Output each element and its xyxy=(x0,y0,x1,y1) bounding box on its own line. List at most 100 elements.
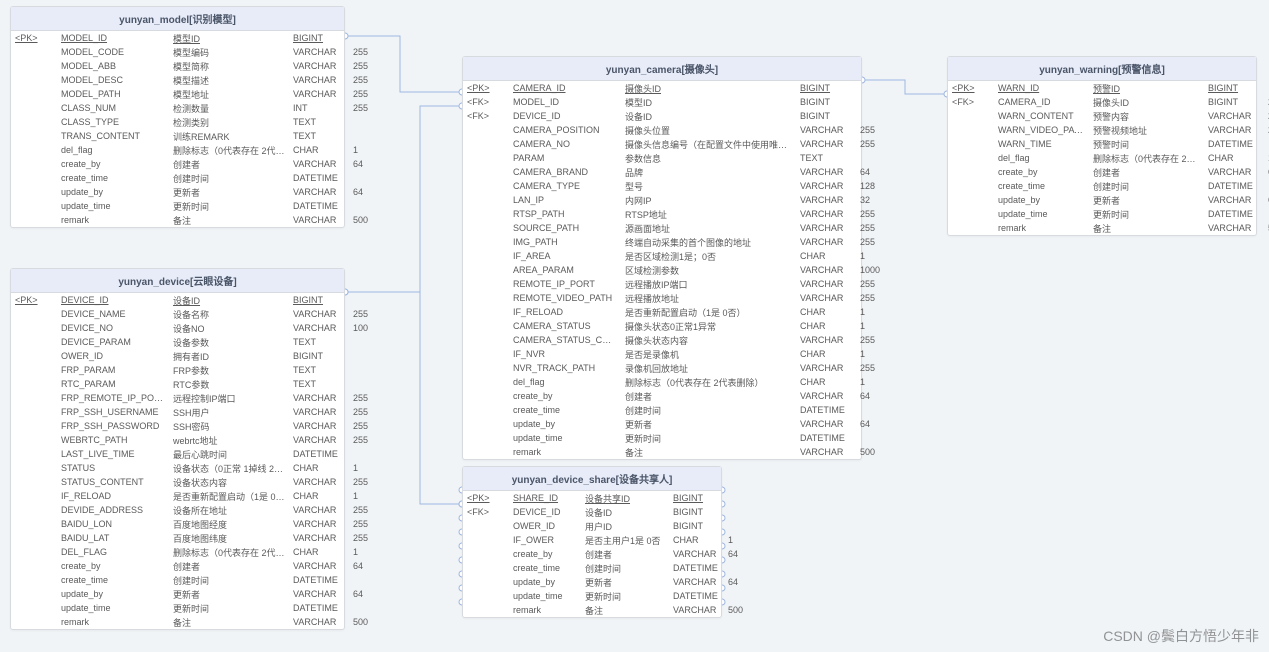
table-row[interactable]: MODEL_PATH模型地址VARCHAR255 xyxy=(11,87,383,101)
er-diagram-canvas[interactable]: yunyan_model[识别模型]<PK>MODEL_ID模型IDBIGINT… xyxy=(0,0,1269,652)
table-row[interactable]: IF_AREA是否区域检测1是；0否CHAR1 xyxy=(463,249,890,263)
table-row[interactable]: WARN_TIME预警时间DATETIME xyxy=(948,137,1269,151)
table-row[interactable]: AREA_PARAM区域检测参数VARCHAR1000 xyxy=(463,263,890,277)
table-row[interactable]: DEVICE_NO设备NOVARCHAR100 xyxy=(11,321,383,335)
table-row[interactable]: REMOTE_IP_PORT远程播放IP端口VARCHAR255 xyxy=(463,277,890,291)
table-row[interactable]: DEVICE_NAME设备名称VARCHAR255 xyxy=(11,307,383,321)
table-row[interactable]: FRP_SSH_USERNAMESSH用户VARCHAR255 xyxy=(11,405,383,419)
table-row[interactable]: create_time创建时间DATETIME xyxy=(948,179,1269,193)
table-row[interactable]: create_by创建者VARCHAR64 xyxy=(11,559,383,573)
entity-yunyan_device_share[interactable]: yunyan_device_share[设备共享人]<PK>SHARE_ID设备… xyxy=(462,466,722,618)
table-row[interactable]: <FK>MODEL_ID模型IDBIGINT xyxy=(463,95,890,109)
cell-type: VARCHAR xyxy=(289,87,349,101)
table-row[interactable]: REMOTE_VIDEO_PATH远程播放地址VARCHAR255 xyxy=(463,291,890,305)
table-row[interactable]: remark备注VARCHAR500 xyxy=(948,221,1269,235)
table-row[interactable]: update_by更新者VARCHAR64 xyxy=(11,587,383,601)
table-row[interactable]: update_time更新时间DATETIME xyxy=(11,199,383,213)
table-row[interactable]: update_time更新时间DATETIME xyxy=(463,431,890,445)
table-row[interactable]: PARAM参数信息TEXT xyxy=(463,151,890,165)
table-row[interactable]: SOURCE_PATH源画面地址VARCHAR255 xyxy=(463,221,890,235)
cell-type: VARCHAR xyxy=(796,179,856,193)
cell-len xyxy=(1264,207,1269,221)
table-row[interactable]: create_time创建时间DATETIME xyxy=(11,573,383,587)
table-row[interactable]: FRP_REMOTE_IP_PORT远程控制IP端口VARCHAR255 xyxy=(11,391,383,405)
cell-desc: 检测数量 xyxy=(169,101,289,115)
table-row[interactable]: LAST_LIVE_TIME最后心跳时间DATETIME xyxy=(11,447,383,461)
table-row[interactable]: NVR_TRACK_PATH录像机回放地址VARCHAR255 xyxy=(463,361,890,375)
table-row[interactable]: DEL_FLAG删除标志（0代表存在 2代表删除）CHAR1 xyxy=(11,545,383,559)
table-row[interactable]: BAIDU_LAT百度地图纬度VARCHAR255 xyxy=(11,531,383,545)
table-row[interactable]: update_by更新者VARCHAR64 xyxy=(463,575,754,589)
table-row[interactable]: remark备注VARCHAR500 xyxy=(463,445,890,459)
table-row[interactable]: create_time创建时间DATETIME xyxy=(11,171,383,185)
table-row[interactable]: create_by创建者VARCHAR64 xyxy=(463,389,890,403)
table-row[interactable]: WARN_VIDEO_PATH预警视频地址VARCHAR255 xyxy=(948,123,1269,137)
table-row[interactable]: OWER_ID用户IDBIGINT xyxy=(463,519,754,533)
table-row[interactable]: <FK>CAMERA_ID摄像头IDBIGINT255 xyxy=(948,95,1269,109)
table-row[interactable]: OWER_ID拥有者IDBIGINT xyxy=(11,349,383,363)
table-row[interactable]: create_time创建时间DATETIME xyxy=(463,403,890,417)
table-row[interactable]: DEVIDE_ADDRESS设备所在地址VARCHAR255 xyxy=(11,503,383,517)
table-row[interactable]: MODEL_DESC模型描述VARCHAR255 xyxy=(11,73,383,87)
table-row[interactable]: <PK>CAMERA_ID摄像头IDBIGINT xyxy=(463,81,890,95)
table-row[interactable]: BAIDU_LON百度地图经度VARCHAR255 xyxy=(11,517,383,531)
table-row[interactable]: CLASS_NUM检测数量INT255 xyxy=(11,101,383,115)
entity-yunyan_warning[interactable]: yunyan_warning[预警信息]<PK>WARN_ID预警IDBIGIN… xyxy=(947,56,1257,236)
table-row[interactable]: CAMERA_STATUS_CONTENT摄像头状态内容VARCHAR255 xyxy=(463,333,890,347)
cell-type: TEXT xyxy=(289,335,349,349)
table-row[interactable]: <PK>DEVICE_ID设备IDBIGINT xyxy=(11,293,383,307)
table-row[interactable]: IF_RELOAD是否重新配置启动（1是 0否）CHAR1 xyxy=(11,489,383,503)
table-row[interactable]: <FK>DEVICE_ID设备IDBIGINT xyxy=(463,109,890,123)
table-row[interactable]: CAMERA_STATUS摄像头状态0正常1异常CHAR1 xyxy=(463,319,890,333)
entity-yunyan_camera[interactable]: yunyan_camera[摄像头]<PK>CAMERA_ID摄像头IDBIGI… xyxy=(462,56,862,460)
table-row[interactable]: FRP_PARAMFRP参数TEXT xyxy=(11,363,383,377)
table-row[interactable]: update_time更新时间DATETIME xyxy=(463,589,754,603)
table-row[interactable]: <PK>WARN_ID预警IDBIGINT xyxy=(948,81,1269,95)
table-row[interactable]: RTSP_PATHRTSP地址VARCHAR255 xyxy=(463,207,890,221)
table-row[interactable]: update_by更新者VARCHAR64 xyxy=(11,185,383,199)
table-row[interactable]: WARN_CONTENT预警内容VARCHAR255 xyxy=(948,109,1269,123)
table-row[interactable]: remark备注VARCHAR500 xyxy=(11,615,383,629)
table-row[interactable]: del_flag删除标志（0代表存在 2代表删除）CHAR1 xyxy=(463,375,890,389)
table-row[interactable]: create_by创建者VARCHAR64 xyxy=(948,165,1269,179)
table-row[interactable]: <FK>DEVICE_ID设备IDBIGINT xyxy=(463,505,754,519)
table-row[interactable]: del_flag删除标志（0代表存在 2代表删除）CHAR1 xyxy=(948,151,1269,165)
table-row[interactable]: LAN_IP内网IPVARCHAR32 xyxy=(463,193,890,207)
table-row[interactable]: RTC_PARAMRTC参数TEXT xyxy=(11,377,383,391)
table-row[interactable]: WEBRTC_PATHwebrtc地址VARCHAR255 xyxy=(11,433,383,447)
entity-yunyan_model[interactable]: yunyan_model[识别模型]<PK>MODEL_ID模型IDBIGINT… xyxy=(10,6,345,228)
table-row[interactable]: STATUS设备状态（0正常 1掉线 2异常）CHAR1 xyxy=(11,461,383,475)
table-row[interactable]: remark备注VARCHAR500 xyxy=(463,603,754,617)
table-row[interactable]: STATUS_CONTENT设备状态内容VARCHAR255 xyxy=(11,475,383,489)
table-row[interactable]: <PK>SHARE_ID设备共享IDBIGINT xyxy=(463,491,754,505)
table-row[interactable]: IF_NVR是否是录像机CHAR1 xyxy=(463,347,890,361)
table-row[interactable]: MODEL_CODE模型编码VARCHAR255 xyxy=(11,45,383,59)
table-row[interactable]: CLASS_TYPE检测类别TEXT xyxy=(11,115,383,129)
table-row[interactable]: update_time更新时间DATETIME xyxy=(11,601,383,615)
table-row[interactable]: IF_OWER是否主用户1是 0否CHAR1 xyxy=(463,533,754,547)
table-row[interactable]: update_by更新者VARCHAR64 xyxy=(948,193,1269,207)
table-row[interactable]: CAMERA_TYPE型号VARCHAR128 xyxy=(463,179,890,193)
cell-len xyxy=(856,431,890,445)
table-row[interactable]: IF_RELOAD是否重新配置启动（1是 0否）CHAR1 xyxy=(463,305,890,319)
table-row[interactable]: remark备注VARCHAR500 xyxy=(11,213,383,227)
table-row[interactable]: update_by更新者VARCHAR64 xyxy=(463,417,890,431)
table-row[interactable]: create_time创建时间DATETIME xyxy=(463,561,754,575)
table-row[interactable]: <PK>MODEL_ID模型IDBIGINT xyxy=(11,31,383,45)
entity-yunyan_device[interactable]: yunyan_device[云眼设备]<PK>DEVICE_ID设备IDBIGI… xyxy=(10,268,345,630)
table-row[interactable]: del_flag删除标志（0代表存在 2代表删除）CHAR1 xyxy=(11,143,383,157)
table-row[interactable]: TRANS_CONTENT训练REMARKTEXT xyxy=(11,129,383,143)
table-row[interactable]: DEVICE_PARAM设备参数TEXT xyxy=(11,335,383,349)
table-row[interactable]: CAMERA_NO摄像头信息编号（在配置文件中使用唯一标注）VARCHAR255 xyxy=(463,137,890,151)
table-row[interactable]: CAMERA_BRAND品牌VARCHAR64 xyxy=(463,165,890,179)
table-row[interactable]: CAMERA_POSITION摄像头位置VARCHAR255 xyxy=(463,123,890,137)
table-row[interactable]: update_time更新时间DATETIME xyxy=(948,207,1269,221)
cell-len: 255 xyxy=(349,101,383,115)
table-row[interactable]: create_by创建者VARCHAR64 xyxy=(463,547,754,561)
cell-desc: 型号 xyxy=(621,179,796,193)
table-row[interactable]: create_by创建者VARCHAR64 xyxy=(11,157,383,171)
table-row[interactable]: IMG_PATH终端自动采集的首个图像的地址VARCHAR255 xyxy=(463,235,890,249)
table-row[interactable]: MODEL_ABB模型简称VARCHAR255 xyxy=(11,59,383,73)
table-row[interactable]: FRP_SSH_PASSWORDSSH密码VARCHAR255 xyxy=(11,419,383,433)
cell-desc: 创建时间 xyxy=(621,403,796,417)
